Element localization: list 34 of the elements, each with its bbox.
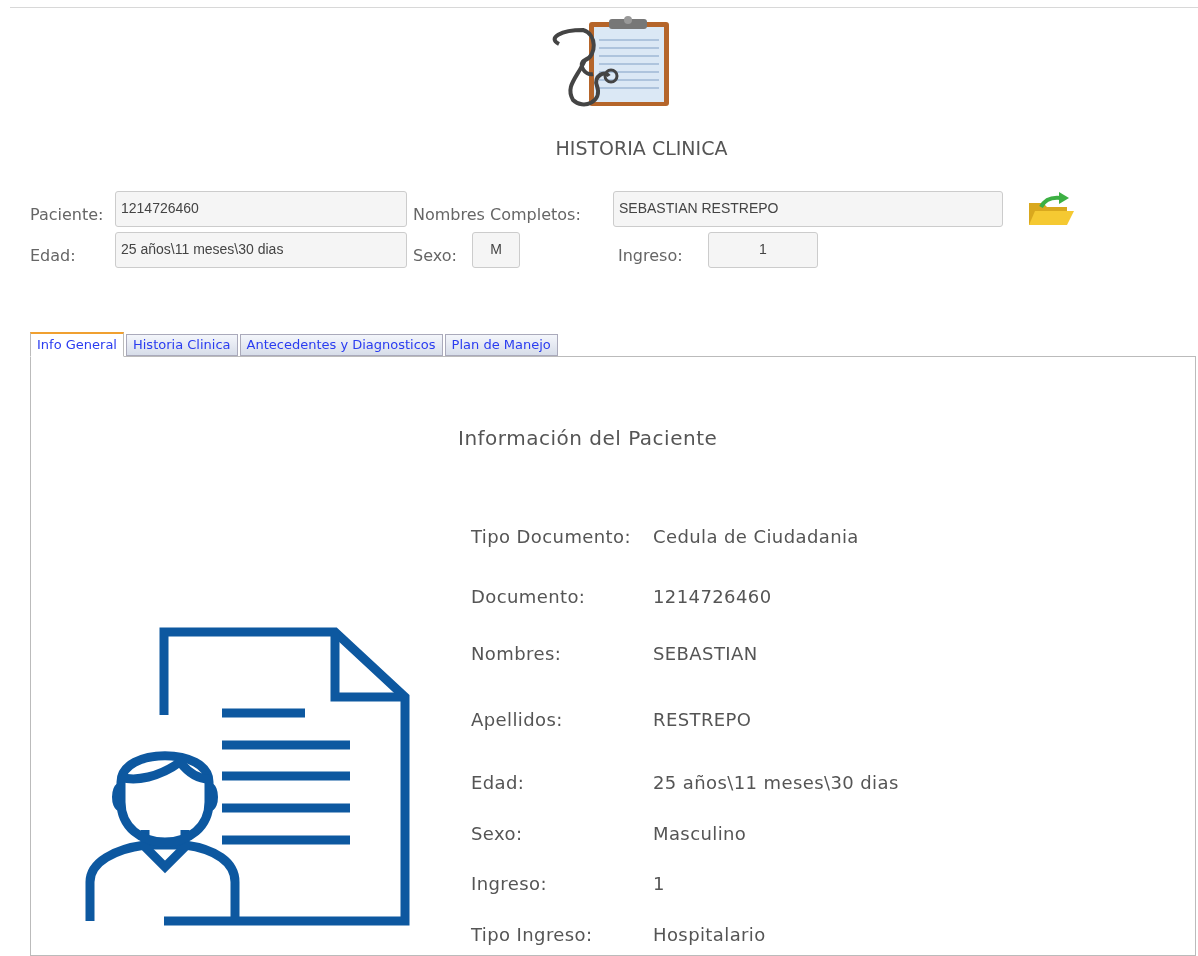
field-label: Nombres Completos:	[413, 203, 581, 226]
field-label: Paciente:	[30, 203, 104, 226]
info-value: 1214726460	[653, 584, 772, 609]
tab[interactable]: Info General	[30, 331, 124, 357]
info-label: Tipo Ingreso:	[471, 922, 594, 947]
tab[interactable]: Historia Clinica	[125, 333, 238, 356]
tab[interactable]: Plan de Manejo	[444, 333, 558, 356]
info-value: SEBASTIAN	[653, 641, 758, 666]
field-label: Ingreso:	[618, 244, 683, 267]
info-value: Hospitalario	[653, 922, 766, 947]
info-label: Edad:	[471, 770, 526, 795]
page-title: HISTORIA CLINICA	[554, 136, 729, 161]
field-label: Sexo:	[413, 244, 457, 267]
info-value: Cedula de Ciudadania	[653, 524, 859, 549]
info-label: Sexo:	[471, 821, 524, 846]
readonly-field[interactable]: M	[472, 231, 520, 268]
open-folder-icon[interactable]	[1027, 190, 1075, 227]
section-heading: Información del Paciente	[458, 424, 718, 452]
info-label: Tipo Documento:	[471, 524, 632, 549]
readonly-field[interactable]: 25 años\11 meses\30 dias	[115, 231, 407, 268]
info-label: Nombres:	[471, 641, 563, 666]
info-value: RESTREPO	[653, 707, 752, 732]
info-label: Documento:	[471, 584, 587, 609]
patient-document-icon	[85, 626, 411, 927]
readonly-field[interactable]: 1	[708, 231, 818, 268]
info-value: Masculino	[653, 821, 747, 846]
info-value: 1	[653, 871, 665, 896]
info-label: Apellidos:	[471, 707, 564, 732]
field-label: Edad:	[30, 244, 76, 267]
readonly-field[interactable]: SEBASTIAN RESTREPO	[613, 190, 1003, 227]
info-value: 25 años\11 meses\30 dias	[653, 770, 899, 795]
info-label: Ingreso:	[471, 871, 548, 896]
tab[interactable]: Antecedentes y Diagnosticos	[239, 333, 443, 356]
readonly-field[interactable]: 1214726460	[115, 190, 407, 227]
